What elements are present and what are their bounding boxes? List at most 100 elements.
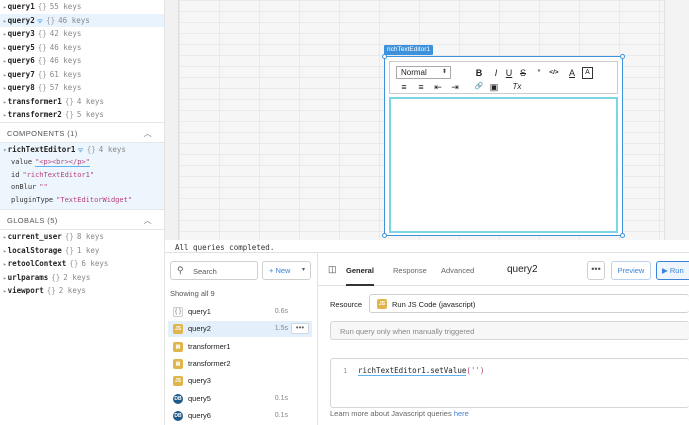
more-icon[interactable]: ••• [291,323,309,335]
global-name: localStorage [7,245,62,255]
query-list-pane: ⚲ Search + New ▾ Showing all 9 { } query1… [165,253,318,425]
editor-tabbar: ◫ General Response Advanced query2 ••• P… [318,253,689,286]
query-editor: ◫ General Response Advanced query2 ••• P… [318,253,689,425]
global-state-row[interactable]: ▸viewport{} 2 keys [0,284,164,298]
global-state-row[interactable]: ▸localStorage{} 1 key [0,244,164,258]
query-item-name: query6 [188,410,211,420]
preview-button[interactable]: Preview [611,261,651,280]
query-state-row[interactable]: ▸transformer2{} 5 keys [0,108,164,122]
italic-icon[interactable]: I [490,68,502,78]
underline-icon[interactable]: U [503,68,515,78]
tab-response[interactable]: Response [393,266,427,275]
query-item-name: transformer2 [188,358,231,368]
chevron-up-icon[interactable]: ︿ [144,210,152,231]
resize-handle-tr[interactable] [620,54,625,59]
component-name: richTextEditor1 [7,144,76,154]
caret-right-icon[interactable]: ▸ [3,248,7,255]
resize-handle-bl[interactable] [382,233,387,238]
code-editor[interactable]: 1 richTextEditor1.setValue('') [330,358,689,408]
query-state-row[interactable]: ▸query1{} 55 keys [0,0,164,14]
query-state-braces: {} [64,96,74,106]
global-state-row[interactable]: ▸retoolContext{} 6 keys [0,257,164,271]
caret-right-icon[interactable]: ▸ [3,99,7,106]
outdent-icon[interactable]: ⇤ [432,82,444,92]
caret-right-icon[interactable]: ▸ [3,261,7,268]
caret-right-icon[interactable]: ▸ [3,18,7,25]
tab-advanced[interactable]: Advanced [441,266,474,275]
query-state-row[interactable]: ▸query8{} 57 keys [0,81,164,95]
globals-section-header[interactable]: GLOBALS (5) ︿ [0,209,164,230]
query-list-item[interactable]: DB query6 0.1s [168,408,312,424]
canvas-right-strip [665,0,689,240]
query-list-item[interactable]: DB query5 0.1s [168,391,312,407]
resource-select[interactable]: JS Run JS Code (javascript) [369,294,689,313]
query-state-count: 5 keys [76,110,104,119]
more-options-button[interactable]: ••• [587,261,605,280]
ordered-list-icon[interactable]: ≡ [398,82,410,92]
code-line[interactable]: richTextEditor1.setValue('') [358,366,484,376]
query-list-item[interactable]: ▤ transformer1 [168,339,312,355]
rich-text-editor-widget[interactable]: Normal ⬍ B I U S ” </> A A ≡ ≡ ⇤ ⇥ 🔗 ▣ Tx [382,54,625,238]
quote-icon[interactable]: ” [533,68,545,78]
clear-format-icon[interactable]: Tx [511,82,523,92]
query-state-name: query1 [7,2,35,11]
caret-right-icon[interactable]: ▸ [3,112,7,119]
code-icon[interactable]: </> [548,68,560,78]
link-icon[interactable]: 🔗 [473,82,485,92]
caret-right-icon[interactable]: ▸ [3,275,7,282]
caret-down-icon[interactable]: ▾ [3,147,7,154]
sidebar-toggle-icon[interactable]: ◫ [328,264,337,275]
global-state-row[interactable]: ▸urlparams{} 2 keys [0,271,164,285]
font-color-icon[interactable]: A [566,68,578,78]
query-item-time: 0.6s [274,308,288,315]
query-title[interactable]: query2 [507,264,538,275]
editor-toolbar: Normal ⬍ B I U S ” </> A A ≡ ≡ ⇤ ⇥ 🔗 ▣ Tx [389,61,618,94]
query-item-time: 0.1s [274,394,288,402]
global-name: viewport [7,286,44,295]
global-state-row[interactable]: ▸current_user{} 8 keys [0,230,164,244]
caret-right-icon[interactable]: ▸ [3,31,7,38]
canvas-gutter [165,0,178,240]
query-list-item[interactable]: ▤ transformer2 [168,356,312,372]
query-state-row[interactable]: ▸query2 ᯤ{} 46 keys [0,13,164,27]
query-state-row[interactable]: ▸query6{} 46 keys [0,54,164,68]
image-icon[interactable]: ▣ [488,82,500,92]
query-state-row[interactable]: ▸query3{} 42 keys [0,27,164,41]
caret-right-icon[interactable]: ▸ [3,85,7,92]
caret-right-icon[interactable]: ▸ [3,288,7,295]
caret-right-icon[interactable]: ▸ [3,234,7,241]
chevron-up-icon[interactable]: ︿ [144,123,152,144]
caret-right-icon[interactable]: ▸ [3,72,7,79]
resize-handle-br[interactable] [620,233,625,238]
search-input[interactable]: ⚲ Search [170,261,258,280]
indent-icon[interactable]: ⇥ [449,82,461,92]
tab-general[interactable]: General [346,266,374,286]
highlight-icon[interactable]: A [582,67,593,79]
widget-label-tag[interactable]: richTextEditor1 [384,45,433,55]
learn-more-link[interactable]: here [454,409,469,418]
query-state-row[interactable]: ▸query7{} 61 keys [0,68,164,82]
components-section-header[interactable]: COMPONENTS (1) ︿ [0,121,164,144]
caret-right-icon[interactable]: ▸ [3,45,7,52]
editor-content-area[interactable] [389,97,618,233]
bold-icon[interactable]: B [473,68,485,78]
query-state-row[interactable]: ▸transformer1{} 4 keys [0,95,164,109]
resize-handle-tl[interactable] [382,54,387,59]
trigger-select[interactable]: Run query only when manually triggered [330,321,689,340]
run-button[interactable]: ▶ Run [656,261,689,280]
component-row[interactable]: ▾richTextEditor1 ᯤ{} 4 keys [0,143,164,157]
components-header-label: COMPONENTS (1) [7,128,78,138]
format-select[interactable]: Normal ⬍ [396,66,451,79]
query-list-item[interactable]: { } query1 0.6s [168,304,312,320]
bullet-list-icon[interactable]: ≡ [415,82,427,92]
query-list-item[interactable]: JS query2 1.5s ••• [168,321,312,338]
query-state-braces: {} [64,110,74,119]
caret-right-icon[interactable]: ▸ [3,58,7,65]
globals-list: ▸current_user{} 8 keys ▸localStorage{} 1 ke… [0,230,164,298]
new-query-button[interactable]: + New ▾ [262,261,311,280]
caret-right-icon[interactable]: ▸ [3,4,7,11]
query-state-row[interactable]: ▸query5{} 46 keys [0,41,164,55]
strike-icon[interactable]: S [517,68,529,78]
query-list-item[interactable]: JS query3 [168,373,312,389]
query-state-name: query7 [7,69,35,79]
